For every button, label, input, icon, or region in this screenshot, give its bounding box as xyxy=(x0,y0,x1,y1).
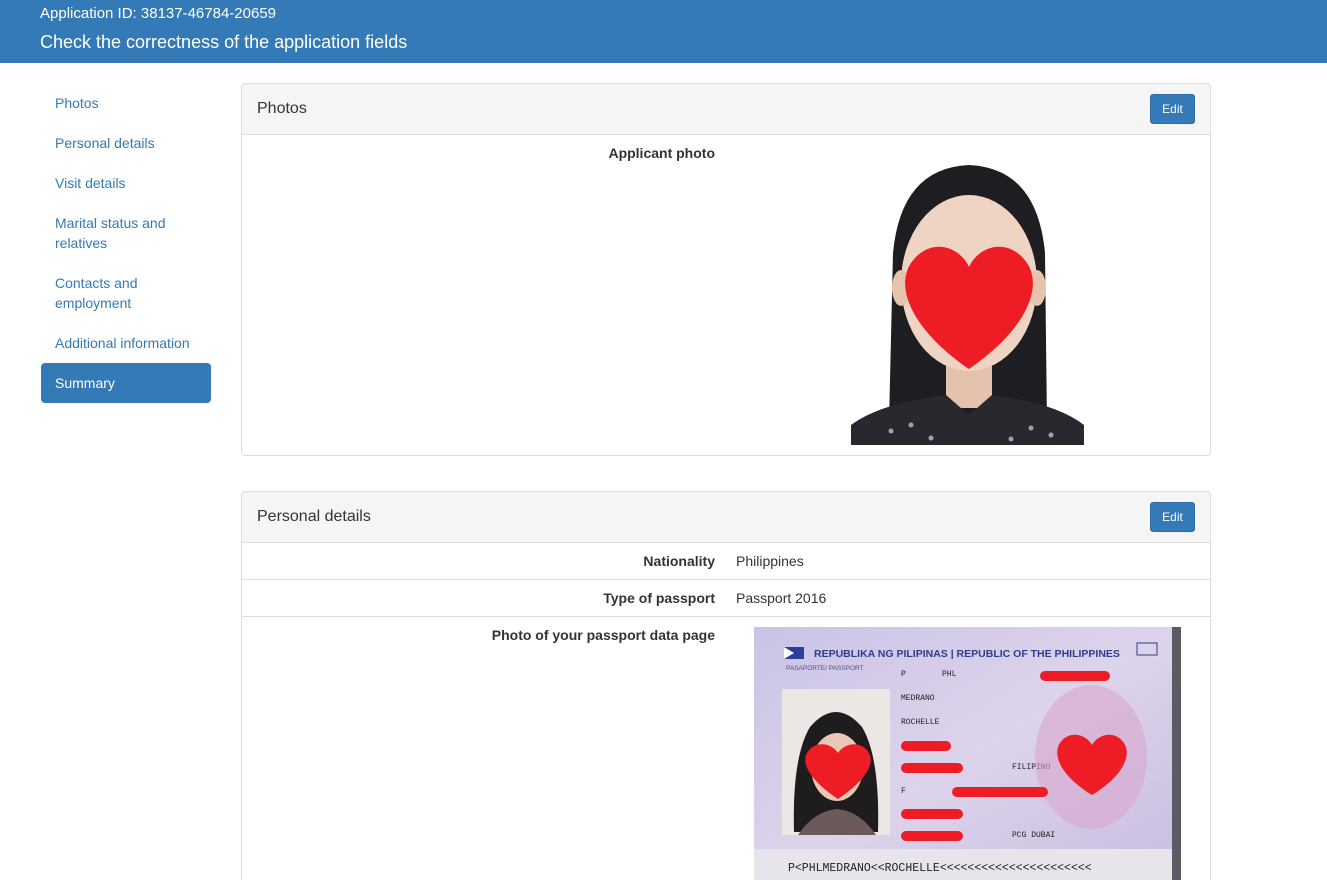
personal-details-panel: Personal details Edit Nationality Philip… xyxy=(241,491,1211,880)
passport-photo-row: Photo of your passport data page REPUBLI… xyxy=(242,617,1210,880)
application-id: Application ID: 38137-46784-20659 xyxy=(40,5,277,22)
personal-details-panel-heading: Personal details Edit xyxy=(242,492,1210,543)
nationality-value: Philippines xyxy=(736,553,804,569)
sidebar-nav: Photos Personal details Visit details Ma… xyxy=(41,83,211,403)
personal-details-panel-title: Personal details xyxy=(257,508,371,525)
top-header: Application ID: 38137-46784-20659 Check … xyxy=(0,0,1327,63)
sidebar-item-additional-information[interactable]: Additional information xyxy=(41,323,211,363)
photos-panel: Photos Edit Applicant photo xyxy=(241,83,1211,456)
sidebar-item-summary[interactable]: Summary xyxy=(41,363,211,403)
passport-type-value: Passport 2016 xyxy=(736,590,827,606)
photos-panel-title: Photos xyxy=(257,100,307,117)
sidebar-item-visit-details[interactable]: Visit details xyxy=(41,163,211,203)
sidebar-item-personal-details[interactable]: Personal details xyxy=(41,123,211,163)
passport-type-label: Type of passport xyxy=(603,590,715,606)
passport-type-code: P xyxy=(901,670,906,679)
photos-edit-button[interactable]: Edit xyxy=(1150,94,1195,124)
passport-doc-type: PASAPORTE/ PASSPORT xyxy=(786,665,864,672)
sidebar-item-photos[interactable]: Photos xyxy=(41,83,211,123)
passport-header-text: REPUBLIKA NG PILIPINAS | REPUBLIC OF THE… xyxy=(814,648,1120,660)
nationality-label: Nationality xyxy=(643,553,715,569)
applicant-photo-label: Applicant photo xyxy=(608,145,715,161)
passport-mrz: P<PHLMEDRANO<<ROCHELLE<<<<<<<<<<<<<<<<<<… xyxy=(788,862,1092,875)
applicant-photo xyxy=(851,163,1084,445)
photos-panel-heading: Photos Edit xyxy=(242,84,1210,135)
passport-surname: MEDRANO xyxy=(901,694,935,703)
field-row-passport-type: Type of passport Passport 2016 xyxy=(242,580,1210,617)
applicant-photo-row: Applicant photo xyxy=(242,135,1210,455)
passport-issuing-authority: PCG DUBAI xyxy=(1012,831,1055,840)
passport-country-code: PHL xyxy=(942,670,957,679)
passport-data-page-image: REPUBLIKA NG PILIPINAS | REPUBLIC OF THE… xyxy=(754,627,1181,880)
sidebar-item-contacts-employment[interactable]: Contacts and employment xyxy=(41,263,211,323)
sidebar-item-marital-status[interactable]: Marital status and relatives xyxy=(41,203,211,263)
passport-photo-label: Photo of your passport data page xyxy=(491,627,715,643)
passport-given-name: ROCHELLE xyxy=(901,718,940,727)
field-row-nationality: Nationality Philippines xyxy=(242,543,1210,580)
personal-details-edit-button[interactable]: Edit xyxy=(1150,502,1195,532)
page-title: Check the correctness of the application… xyxy=(40,32,408,52)
passport-sex: F xyxy=(901,787,906,796)
